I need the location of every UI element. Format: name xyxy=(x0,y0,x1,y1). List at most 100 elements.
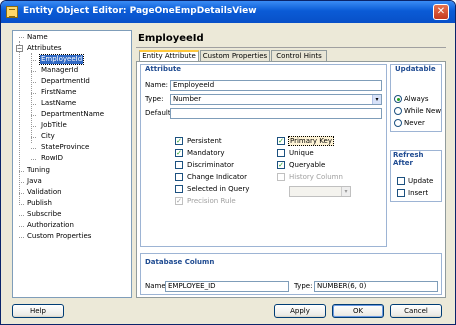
tree-item-city[interactable]: City xyxy=(41,132,55,141)
unique-checkbox[interactable] xyxy=(277,149,285,157)
tree-branch xyxy=(19,193,24,194)
change-indicator-label: Change Indicator xyxy=(187,173,247,181)
precision-rule-checkbox[interactable]: ✓ xyxy=(175,197,183,205)
db-column-type-field[interactable]: NUMBER(6, 0) xyxy=(314,281,438,292)
heading-separator xyxy=(136,47,446,48)
tree-branch xyxy=(19,237,24,238)
discriminator-label: Discriminator xyxy=(187,161,235,169)
editor-pane: EmployeeId Entity Attribute Custom Prope… xyxy=(136,30,446,298)
tree-item-java[interactable]: Java xyxy=(27,177,42,186)
chevron-down-icon[interactable]: ▾ xyxy=(372,95,381,104)
tree-item-firstname[interactable]: FirstName xyxy=(41,88,76,97)
tree-item-stateprovince[interactable]: StateProvince xyxy=(41,143,89,152)
tree-branch xyxy=(31,82,36,83)
tree-guide-line xyxy=(19,41,20,203)
updatable-group: Updatable Always While New Never xyxy=(390,64,442,132)
primary-key-label: Primary Key xyxy=(288,136,334,146)
tree-item-lastname[interactable]: LastName xyxy=(41,99,76,108)
primary-key-checkbox[interactable]: ✓ xyxy=(277,137,285,145)
tree-branch xyxy=(31,148,36,149)
entity-object-editor-window: Entity Object Editor: PageOneEmpDetailsV… xyxy=(0,0,456,325)
updatable-never-radio[interactable] xyxy=(394,119,402,127)
tree-item-jobtitle[interactable]: JobTitle xyxy=(41,121,67,130)
tree-item-subscribe[interactable]: Subscribe xyxy=(27,210,61,219)
tree-branch xyxy=(31,137,36,138)
attribute-type-value: Number xyxy=(173,95,202,103)
attribute-heading: EmployeeId xyxy=(138,33,204,44)
cancel-button[interactable]: Cancel xyxy=(390,304,442,318)
tree-item-departmentid[interactable]: DepartmentId xyxy=(41,77,90,86)
attribute-type-select[interactable]: Number ▾ xyxy=(170,94,382,105)
tree-branch xyxy=(31,159,36,160)
tree-branch xyxy=(31,126,36,127)
window-title: Entity Object Editor: PageOneEmpDetailsV… xyxy=(23,6,257,16)
navigation-tree: Name − Attributes EmployeeId ManagerId D… xyxy=(12,30,132,298)
mandatory-checkbox[interactable]: ✓ xyxy=(175,149,183,157)
tree-branch xyxy=(31,104,36,105)
history-column-select[interactable]: ▾ xyxy=(289,186,351,197)
tree-item-employeeid[interactable]: EmployeeId xyxy=(38,54,85,65)
history-column-checkbox[interactable] xyxy=(277,173,285,181)
tree-branch xyxy=(19,204,24,205)
tree-item-publish[interactable]: Publish xyxy=(27,199,52,208)
tab-control-hints[interactable]: Control Hints xyxy=(271,50,327,61)
app-icon xyxy=(6,6,18,18)
unique-label: Unique xyxy=(289,149,314,157)
chevron-down-icon[interactable]: ▾ xyxy=(341,187,350,196)
queryable-label: Queryable xyxy=(289,161,326,169)
tree-item-name[interactable]: Name xyxy=(27,33,48,42)
tree-item-tuning[interactable]: Tuning xyxy=(27,166,50,175)
default-value-field[interactable] xyxy=(170,108,382,119)
change-indicator-checkbox[interactable] xyxy=(175,173,183,181)
tree-item-rowid[interactable]: RowID xyxy=(41,154,63,163)
name-label: Name: xyxy=(145,81,169,89)
queryable-checkbox[interactable]: ✓ xyxy=(277,161,285,169)
attribute-group: Attribute Name: EmployeeId Type: Number … xyxy=(140,64,387,247)
selected-in-query-label: Selected in Query xyxy=(187,185,250,193)
refresh-insert-checkbox[interactable] xyxy=(397,189,405,197)
refresh-insert-label: Insert xyxy=(408,189,429,197)
discriminator-checkbox[interactable] xyxy=(175,161,183,169)
precision-rule-label: Precision Rule xyxy=(187,197,236,205)
apply-button[interactable]: Apply xyxy=(274,304,326,318)
tab-custom-properties[interactable]: Custom Properties xyxy=(200,50,270,61)
tree-branch xyxy=(31,71,36,72)
attribute-name-field[interactable]: EmployeeId xyxy=(170,80,382,91)
help-button[interactable]: Help xyxy=(12,304,64,318)
tree-item-validation[interactable]: Validation xyxy=(27,188,62,197)
tree-item-departmentname[interactable]: DepartmentName xyxy=(41,110,104,119)
selected-in-query-checkbox[interactable] xyxy=(175,185,183,193)
updatable-while-new-label: While New xyxy=(404,107,442,115)
updatable-always-radio[interactable] xyxy=(394,95,402,103)
entity-attribute-panel: Attribute Name: EmployeeId Type: Number … xyxy=(136,61,446,298)
ok-button[interactable]: OK xyxy=(332,304,384,318)
updatable-never-label: Never xyxy=(404,119,425,127)
title-bar[interactable]: Entity Object Editor: PageOneEmpDetailsV… xyxy=(1,1,455,23)
tree-branch xyxy=(19,37,24,38)
tree-item-authorization[interactable]: Authorization xyxy=(27,221,74,230)
db-type-label: Type: xyxy=(294,282,313,290)
collapse-icon[interactable]: − xyxy=(16,45,23,52)
history-column-label: History Column xyxy=(289,173,343,181)
db-column-name-field[interactable]: EMPLOYEE_ID xyxy=(165,281,289,292)
persistent-label: Persistent xyxy=(187,137,222,145)
tree-branch xyxy=(19,171,24,172)
tree-branch xyxy=(19,182,24,183)
tree-branch xyxy=(31,60,36,61)
persistent-checkbox[interactable]: ✓ xyxy=(175,137,183,145)
close-button[interactable]: ✕ xyxy=(433,4,449,20)
updatable-always-label: Always xyxy=(404,95,429,103)
refresh-update-checkbox[interactable] xyxy=(397,177,405,185)
default-label: Default: xyxy=(145,109,173,117)
type-label: Type: xyxy=(145,95,164,103)
updatable-while-new-radio[interactable] xyxy=(394,107,402,115)
refresh-update-label: Update xyxy=(408,177,434,185)
database-column-group-title: Database Column xyxy=(145,258,215,266)
attribute-group-title: Attribute xyxy=(145,65,182,73)
tree-branch xyxy=(19,226,24,227)
tree-item-managerid[interactable]: ManagerId xyxy=(41,66,78,75)
tree-item-attributes[interactable]: Attributes xyxy=(27,44,62,53)
updatable-group-title: Updatable xyxy=(395,65,436,73)
tree-item-custom-properties[interactable]: Custom Properties xyxy=(27,232,91,241)
tree-branch xyxy=(31,115,36,116)
